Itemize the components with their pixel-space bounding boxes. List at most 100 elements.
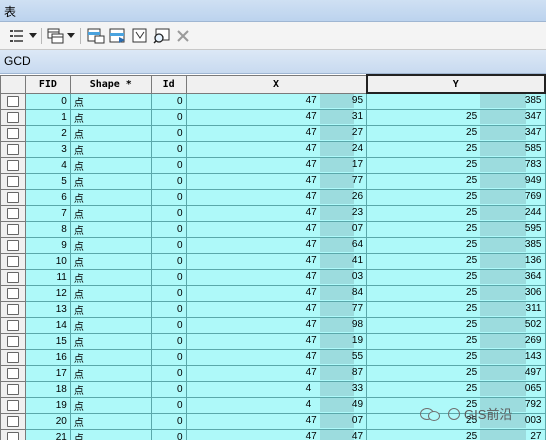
row-selector-box[interactable] (6, 255, 19, 267)
switch-selection-icon[interactable] (108, 27, 128, 45)
cell-fid[interactable]: 18 (24, 380, 71, 398)
cell-id[interactable]: 0 (150, 108, 187, 126)
cell-y[interactable]: 25 595 (366, 220, 546, 238)
cell-fid[interactable]: 12 (24, 284, 71, 302)
cell-y[interactable]: 25 136 (366, 252, 546, 270)
table-row[interactable]: 12 点 0 47 84 25 306 (0, 284, 546, 302)
cell-y[interactable]: 25 949 (366, 172, 546, 190)
cell-x[interactable]: 47 17 (185, 156, 368, 174)
row-selector[interactable] (0, 252, 26, 270)
row-selector[interactable] (0, 172, 26, 190)
cell-y[interactable]: 25 783 (366, 156, 546, 174)
table-row[interactable]: 8 点 0 47 07 25 595 (0, 220, 546, 238)
cell-x[interactable]: 47 23 (185, 204, 368, 222)
row-selector[interactable] (0, 220, 26, 238)
cell-id[interactable]: 0 (150, 396, 187, 414)
row-selector-box[interactable] (6, 351, 19, 363)
cell-id[interactable]: 0 (150, 204, 187, 222)
cell-x[interactable]: 47 19 (185, 332, 368, 350)
cell-id[interactable]: 0 (150, 316, 187, 334)
cell-shape[interactable]: 点 (69, 92, 152, 110)
cell-id[interactable]: 0 (150, 252, 187, 270)
table-row[interactable]: 5 点 0 47 77 25 949 (0, 172, 546, 190)
cell-id[interactable]: 0 (150, 92, 187, 110)
cell-shape[interactable]: 点 (69, 124, 152, 142)
cell-x[interactable]: 47 24 (185, 140, 368, 158)
cell-y[interactable]: 25 769 (366, 188, 546, 206)
cell-fid[interactable]: 0 (24, 92, 71, 110)
cell-id[interactable]: 0 (150, 156, 187, 174)
cell-shape[interactable]: 点 (69, 172, 152, 190)
row-selector-box[interactable] (6, 383, 19, 395)
table-row[interactable]: 3 点 0 47 24 25 585 (0, 140, 546, 158)
row-selector[interactable] (0, 300, 26, 318)
row-selector-box[interactable] (6, 303, 19, 315)
cell-id[interactable]: 0 (150, 140, 187, 158)
cell-x[interactable]: 47 07 (185, 220, 368, 238)
cell-fid[interactable]: 3 (24, 140, 71, 158)
table-row[interactable]: 7 点 0 47 23 25 244 (0, 204, 546, 222)
table-row[interactable]: 9 点 0 47 64 25 385 (0, 236, 546, 254)
table-row[interactable]: 10 点 0 47 41 25 136 (0, 252, 546, 270)
cell-y[interactable]: 25 385 (366, 236, 546, 254)
select-by-attributes-icon[interactable] (86, 27, 106, 45)
row-selector[interactable] (0, 188, 26, 206)
cell-id[interactable]: 0 (150, 428, 187, 440)
cell-shape[interactable]: 点 (69, 332, 152, 350)
row-selector[interactable] (0, 204, 26, 222)
row-selector-box[interactable] (6, 191, 19, 203)
row-selector[interactable] (0, 140, 26, 158)
cell-y[interactable]: 25 306 (366, 284, 546, 302)
table-row[interactable]: 4 点 0 47 17 25 783 (0, 156, 546, 174)
cell-y[interactable]: 25 27 (366, 428, 546, 440)
table-tab[interactable]: GCD (0, 50, 546, 74)
cell-id[interactable]: 0 (150, 412, 187, 430)
cell-shape[interactable]: 点 (69, 412, 152, 430)
cell-y[interactable]: 25 364 (366, 268, 546, 286)
cell-shape[interactable]: 点 (69, 396, 152, 414)
cell-x[interactable]: 47 55 (185, 348, 368, 366)
row-selector[interactable] (0, 428, 26, 440)
cell-id[interactable]: 0 (150, 188, 187, 206)
row-selector[interactable] (0, 124, 26, 142)
cell-id[interactable]: 0 (150, 364, 187, 382)
table-row[interactable]: 0 点 0 47 95 385 (0, 92, 546, 110)
zoom-to-selected-icon[interactable] (152, 27, 172, 45)
row-selector-box[interactable] (6, 239, 19, 251)
table-row[interactable]: 21 点 0 47 47 25 27 (0, 428, 546, 440)
row-selector-box[interactable] (6, 159, 19, 171)
table-row[interactable]: 15 点 0 47 19 25 269 (0, 332, 546, 350)
cell-id[interactable]: 0 (150, 268, 187, 286)
cell-fid[interactable]: 16 (24, 348, 71, 366)
row-selector-box[interactable] (6, 367, 19, 379)
table-row[interactable]: 18 点 0 4 33 25 065 (0, 380, 546, 398)
row-selector-box[interactable] (6, 127, 19, 139)
row-selector[interactable] (0, 92, 26, 110)
cell-id[interactable]: 0 (150, 124, 187, 142)
cell-shape[interactable]: 点 (69, 236, 152, 254)
table-row[interactable]: 13 点 0 47 77 25 311 (0, 300, 546, 318)
row-selector[interactable] (0, 348, 26, 366)
cell-y[interactable]: 25 347 (366, 124, 546, 142)
row-selector-box[interactable] (6, 207, 19, 219)
cell-x[interactable]: 47 03 (185, 268, 368, 286)
cell-shape[interactable]: 点 (69, 380, 152, 398)
cell-id[interactable]: 0 (150, 348, 187, 366)
row-selector-box[interactable] (6, 223, 19, 235)
cell-fid[interactable]: 7 (24, 204, 71, 222)
cell-y[interactable]: 385 (366, 92, 546, 110)
cell-x[interactable]: 47 27 (185, 124, 368, 142)
cell-x[interactable]: 47 87 (185, 364, 368, 382)
cell-shape[interactable]: 点 (69, 220, 152, 238)
cell-x[interactable]: 47 84 (185, 284, 368, 302)
row-selector[interactable] (0, 236, 26, 254)
row-selector-box[interactable] (6, 431, 19, 440)
cell-fid[interactable]: 19 (24, 396, 71, 414)
cell-x[interactable]: 47 77 (185, 172, 368, 190)
cell-id[interactable]: 0 (150, 220, 187, 238)
cell-shape[interactable]: 点 (69, 140, 152, 158)
dropdown-arrow-icon[interactable] (66, 27, 76, 45)
row-selector[interactable] (0, 364, 26, 382)
delete-selected-icon[interactable] (174, 27, 192, 45)
cell-shape[interactable]: 点 (69, 252, 152, 270)
